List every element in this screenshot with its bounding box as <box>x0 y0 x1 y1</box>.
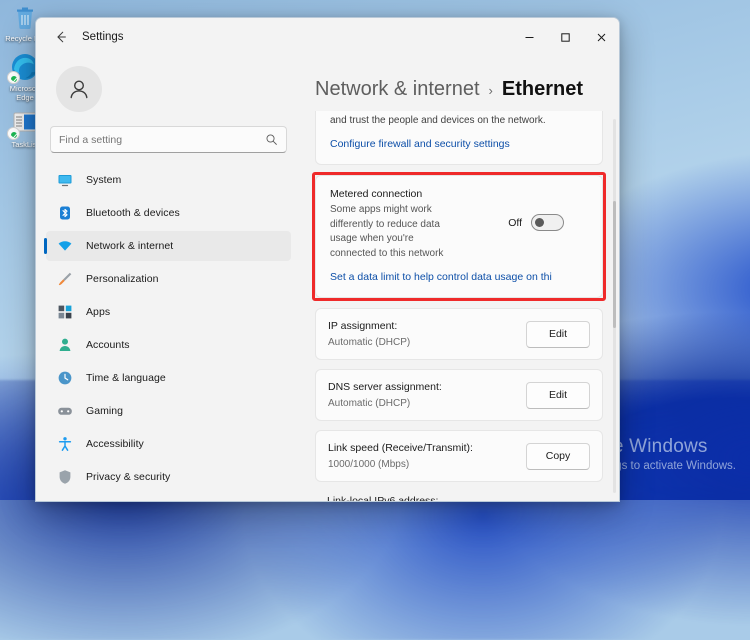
minimize-icon <box>524 32 535 43</box>
row-value: Automatic (DHCP) <box>328 397 516 410</box>
sidebar: System Bluetooth & devices <box>36 56 301 501</box>
row-link-speed: Link speed (Receive/Transmit): 1000/1000… <box>315 430 603 482</box>
breadcrumb-parent-link[interactable]: Network & internet <box>315 78 480 101</box>
firewall-info-card: communicate over this network. You shoul… <box>315 111 603 165</box>
sidebar-item-label: Apps <box>86 306 110 318</box>
sync-check-badge-icon <box>7 71 20 84</box>
search-icon <box>265 133 278 146</box>
search-box[interactable] <box>50 126 287 153</box>
sidebar-item-personalization[interactable]: Personalization <box>46 264 291 294</box>
metered-connection-card: Metered connection Some apps might work … <box>315 175 603 298</box>
sidebar-item-label: Accessibility <box>86 438 144 450</box>
breadcrumb: Network & internet › Ethernet <box>301 56 619 111</box>
close-button[interactable] <box>583 18 619 56</box>
row-label: Link speed (Receive/Transmit): <box>328 441 516 455</box>
account-avatar-row[interactable] <box>44 56 293 112</box>
window-controls <box>511 18 619 56</box>
apps-grid-icon <box>56 303 74 321</box>
sidebar-item-label: Time & language <box>86 372 166 384</box>
maximize-button[interactable] <box>547 18 583 56</box>
settings-scroll-area[interactable]: communicate over this network. You shoul… <box>301 111 619 501</box>
firewall-text: and trust the people and devices on the … <box>330 114 588 128</box>
edit-dns-assignment-button[interactable]: Edit <box>526 382 590 409</box>
search-input[interactable] <box>59 134 265 146</box>
sidebar-item-label: Accounts <box>86 339 130 351</box>
sidebar-item-bluetooth-devices[interactable]: Bluetooth & devices <box>46 198 291 228</box>
app-title: Settings <box>82 31 124 43</box>
sidebar-item-gaming[interactable]: Gaming <box>46 396 291 426</box>
clock-icon <box>56 369 74 387</box>
sidebar-item-accessibility[interactable]: Accessibility <box>46 429 291 459</box>
avatar[interactable] <box>56 66 102 112</box>
sidebar-item-privacy-security[interactable]: Privacy & security <box>46 462 291 492</box>
page-title: Ethernet <box>502 78 583 101</box>
content-scrollbar[interactable] <box>613 119 616 493</box>
sidebar-item-label: Gaming <box>86 405 123 417</box>
sidebar-item-windows-update[interactable]: Windows Update <box>46 495 291 501</box>
row-ip-assignment: IP assignment: Automatic (DHCP) Edit <box>315 308 603 360</box>
accessibility-icon <box>56 435 74 453</box>
set-data-limit-link[interactable]: Set a data limit to help control data us… <box>330 271 552 283</box>
row-value: Automatic (DHCP) <box>328 336 516 349</box>
copy-link-speed-button[interactable]: Copy <box>526 443 590 470</box>
sidebar-item-label: Network & internet <box>86 240 173 252</box>
person-icon <box>56 336 74 354</box>
minimize-button[interactable] <box>511 18 547 56</box>
metered-connection-description: Some apps might work differently to redu… <box>330 203 458 261</box>
sidebar-item-label: Personalization <box>86 273 159 285</box>
sidebar-item-time-language[interactable]: Time & language <box>46 363 291 393</box>
monitor-icon <box>56 171 74 189</box>
window-titlebar: Settings <box>36 18 619 56</box>
metered-toggle-group[interactable]: Off <box>508 188 588 231</box>
sidebar-item-label: Privacy & security <box>86 471 170 483</box>
row-label: DNS server assignment: <box>328 380 516 394</box>
paintbrush-icon <box>56 270 74 288</box>
toggle-knob <box>535 218 544 227</box>
sidebar-item-network-internet[interactable]: Network & internet <box>46 231 291 261</box>
settings-window: Settings <box>35 17 620 502</box>
close-icon <box>596 32 607 43</box>
maximize-icon <box>560 32 571 43</box>
sync-check-badge-icon <box>7 127 20 140</box>
back-arrow-icon <box>54 30 68 44</box>
row-dns-server-assignment: DNS server assignment: Automatic (DHCP) … <box>315 369 603 421</box>
person-avatar-icon <box>66 76 92 102</box>
metered-connection-toggle[interactable] <box>531 214 564 231</box>
gamepad-icon <box>56 402 74 420</box>
shield-icon <box>56 468 74 486</box>
configure-firewall-link[interactable]: Configure firewall and security settings <box>330 138 510 150</box>
metered-toggle-label: Off <box>508 217 522 229</box>
edit-ip-assignment-button[interactable]: Edit <box>526 321 590 348</box>
sidebar-item-accounts[interactable]: Accounts <box>46 330 291 360</box>
wifi-icon <box>56 237 74 255</box>
sidebar-item-label: Bluetooth & devices <box>86 207 180 219</box>
content-pane: Network & internet › Ethernet communicat… <box>301 56 619 501</box>
window-body: System Bluetooth & devices <box>36 56 619 501</box>
sidebar-item-apps[interactable]: Apps <box>46 297 291 327</box>
scrollbar-thumb[interactable] <box>613 201 616 328</box>
bluetooth-icon <box>56 204 74 222</box>
breadcrumb-separator-icon: › <box>489 83 493 98</box>
row-label: IP assignment: <box>328 319 516 333</box>
metered-connection-title: Metered connection <box>330 188 458 200</box>
back-button[interactable] <box>46 24 76 50</box>
row-value: 1000/1000 (Mbps) <box>328 458 516 471</box>
sidebar-item-label: System <box>86 174 121 186</box>
sidebar-item-system[interactable]: System <box>46 165 291 195</box>
